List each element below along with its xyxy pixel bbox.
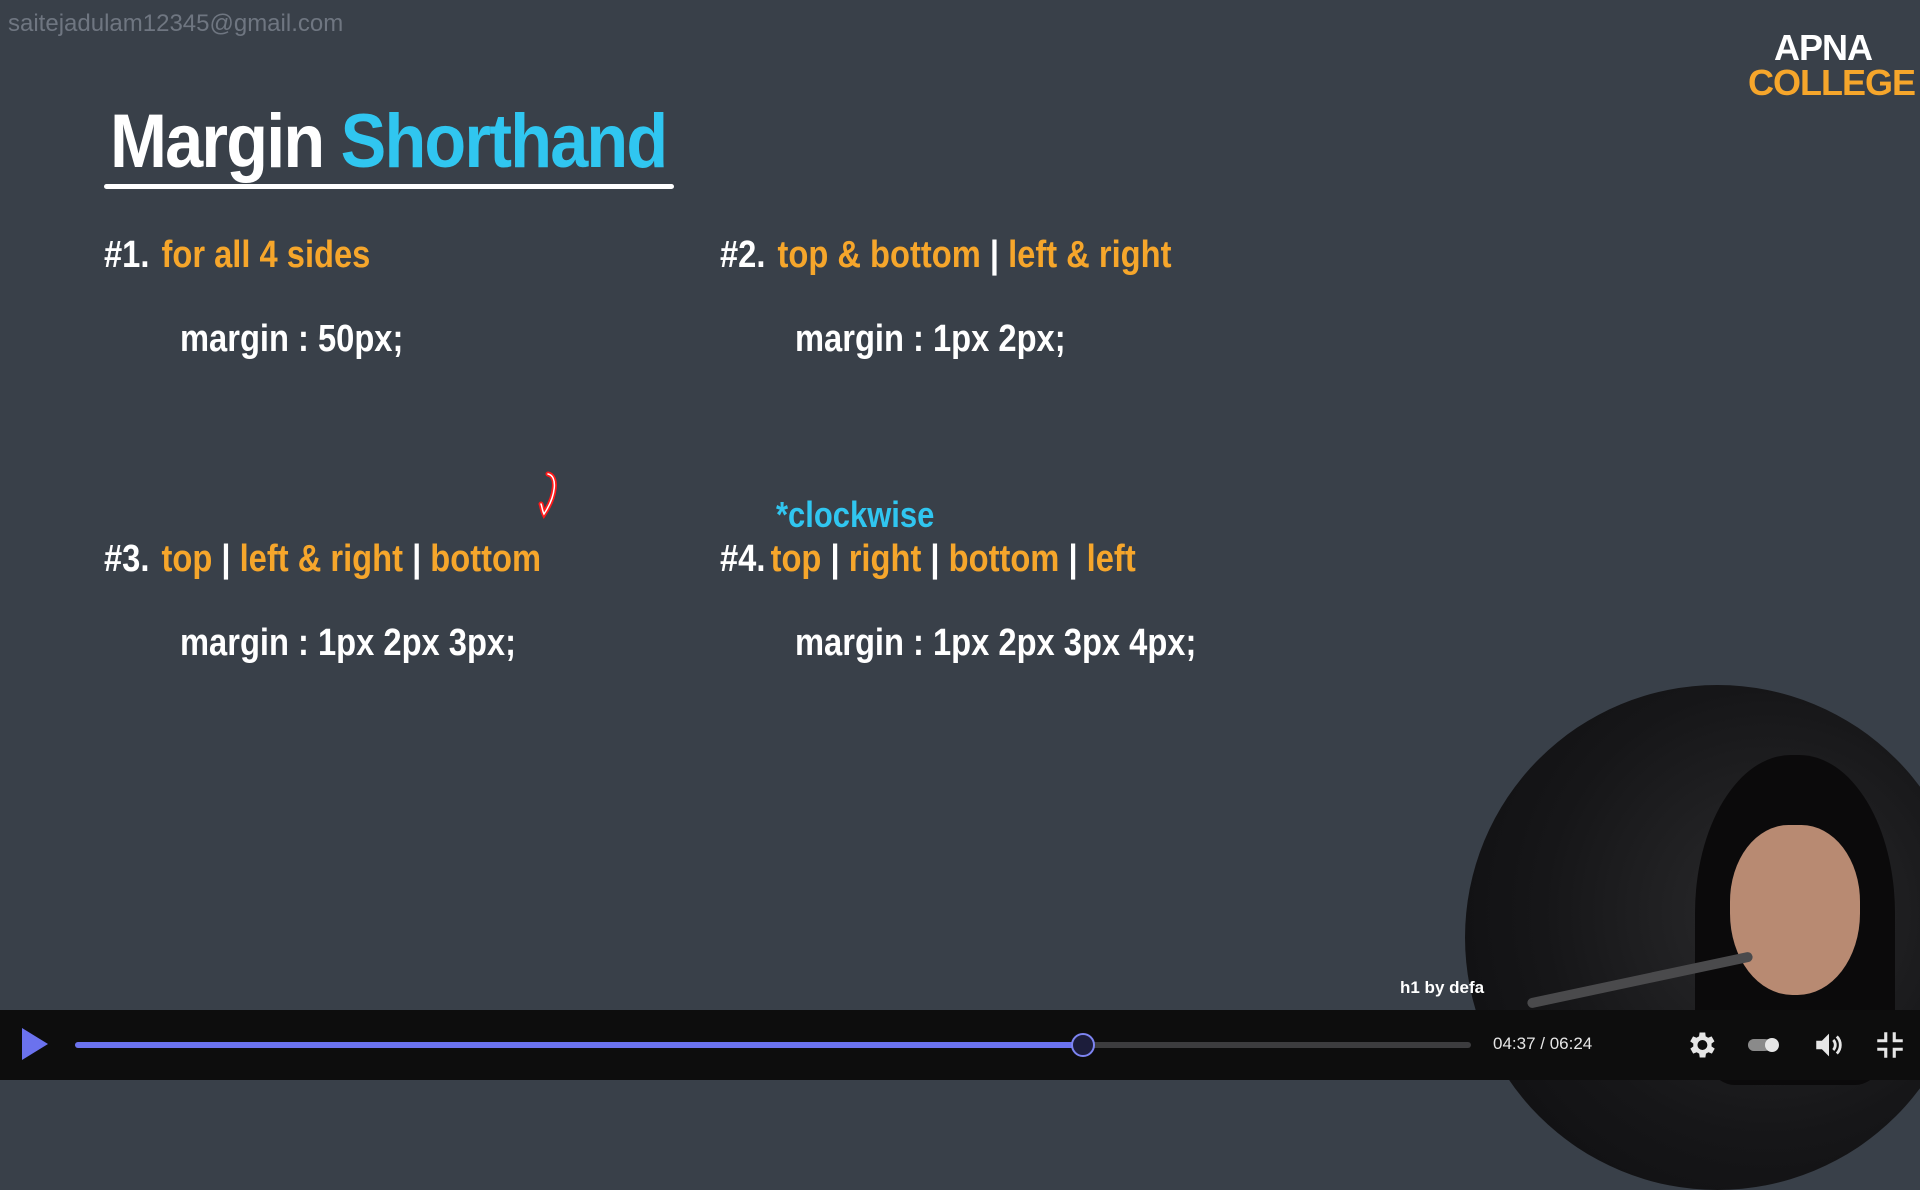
section-2-part-1: top & bottom: [777, 234, 981, 276]
section-4-part-2: right: [848, 538, 922, 580]
progress-fill: [75, 1042, 1082, 1048]
slide-title: Margin Shorthand: [110, 98, 669, 185]
section-4-part-1: top: [770, 538, 822, 580]
section-3-part-3: bottom: [430, 538, 542, 580]
presenter-face: [1730, 825, 1860, 995]
section-3-part-1: top: [161, 538, 213, 580]
separator: |: [930, 538, 940, 580]
logo-line-2: COLLEGE: [1748, 62, 1916, 103]
logo-line-1: APNA: [1773, 27, 1873, 68]
settings-icon[interactable]: [1684, 1028, 1718, 1062]
separator: |: [221, 538, 231, 580]
slide-title-word-2: Shorthand: [340, 99, 669, 184]
title-underline: [104, 184, 674, 189]
section-3-part-2: left & right: [239, 538, 403, 580]
clockwise-note: *clockwise: [776, 494, 935, 535]
webcam-caption: h1 by defa: [1400, 978, 1485, 997]
separator: |: [412, 538, 422, 580]
separator: |: [1068, 538, 1078, 580]
pen-checkmark-annotation: [538, 471, 557, 519]
section-4-number: #4.: [720, 538, 766, 580]
separator: |: [830, 538, 840, 580]
section-2-number: #2.: [720, 234, 766, 276]
brand-logo: APNA COLLEGE: [1748, 27, 1916, 103]
section-1-part-1: for all 4 sides: [161, 234, 371, 276]
section-3-code: margin : 1px 2px 3px;: [180, 622, 516, 664]
section-1-code: margin : 50px;: [180, 318, 404, 360]
account-watermark: saitejadulam12345@gmail.com: [8, 10, 344, 37]
section-3-number: #3.: [104, 538, 150, 580]
section-2-part-2: left & right: [1008, 234, 1172, 276]
time-display: 04:37 / 06:24: [1493, 1034, 1593, 1053]
exit-fullscreen-icon[interactable]: [1873, 1028, 1907, 1062]
section-4-heading: #4. top | right | bottom | left: [720, 538, 1136, 581]
presenter-webcam: [1465, 685, 1920, 1190]
volume-icon[interactable]: [1812, 1028, 1846, 1062]
separator: |: [989, 234, 999, 276]
section-1-number: #1.: [104, 234, 150, 276]
play-icon[interactable]: [22, 1028, 48, 1060]
video-player-controls: 04:37 / 06:24: [0, 1010, 1920, 1080]
section-3-heading: #3. top | left & right | bottom: [104, 538, 541, 581]
section-2-code: margin : 1px 2px;: [795, 318, 1066, 360]
section-2-heading: #2. top & bottom | left & right: [720, 234, 1171, 277]
progress-scrubber[interactable]: [1070, 1033, 1095, 1057]
section-4-code: margin : 1px 2px 3px 4px;: [795, 622, 1197, 664]
slide-title-word-1: Margin: [110, 99, 325, 184]
section-1-heading: #1. for all 4 sides: [104, 234, 370, 277]
section-4-part-3: bottom: [948, 538, 1060, 580]
section-4-part-4: left: [1086, 538, 1136, 580]
progress-bar[interactable]: [75, 1033, 1471, 1057]
speed-icon[interactable]: [1745, 1028, 1783, 1062]
